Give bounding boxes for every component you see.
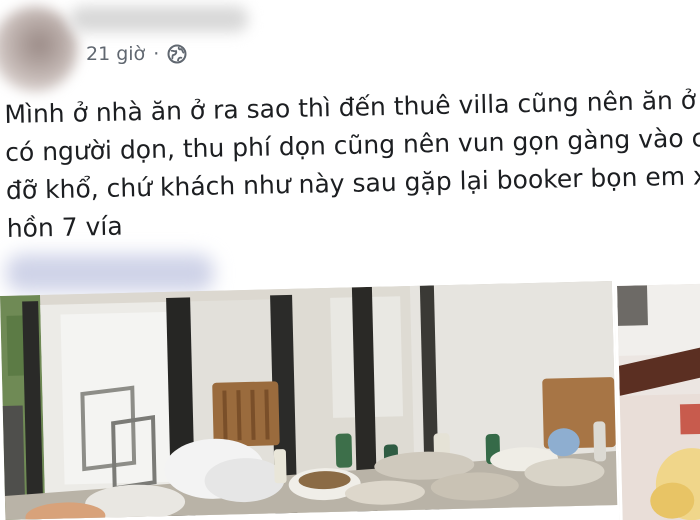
post-text: Mình ở nhà ăn ở ra sao thì đến thuê vill… [4, 81, 700, 248]
post-timestamp[interactable]: 21 giờ [86, 43, 145, 65]
facebook-post: 21 giờ · Mình ở nhà ăn ở ra sao thì đến … [0, 0, 700, 520]
author-name-blurred[interactable] [70, 6, 248, 32]
post-photo-side[interactable] [614, 283, 700, 520]
author-avatar-blurred[interactable] [0, 6, 78, 92]
meta-separator: · [153, 43, 160, 65]
post-photo-main[interactable] [0, 281, 618, 520]
blurred-text-region [6, 254, 214, 292]
globe-icon[interactable] [167, 44, 187, 64]
post-meta: 21 giờ · [86, 40, 187, 68]
